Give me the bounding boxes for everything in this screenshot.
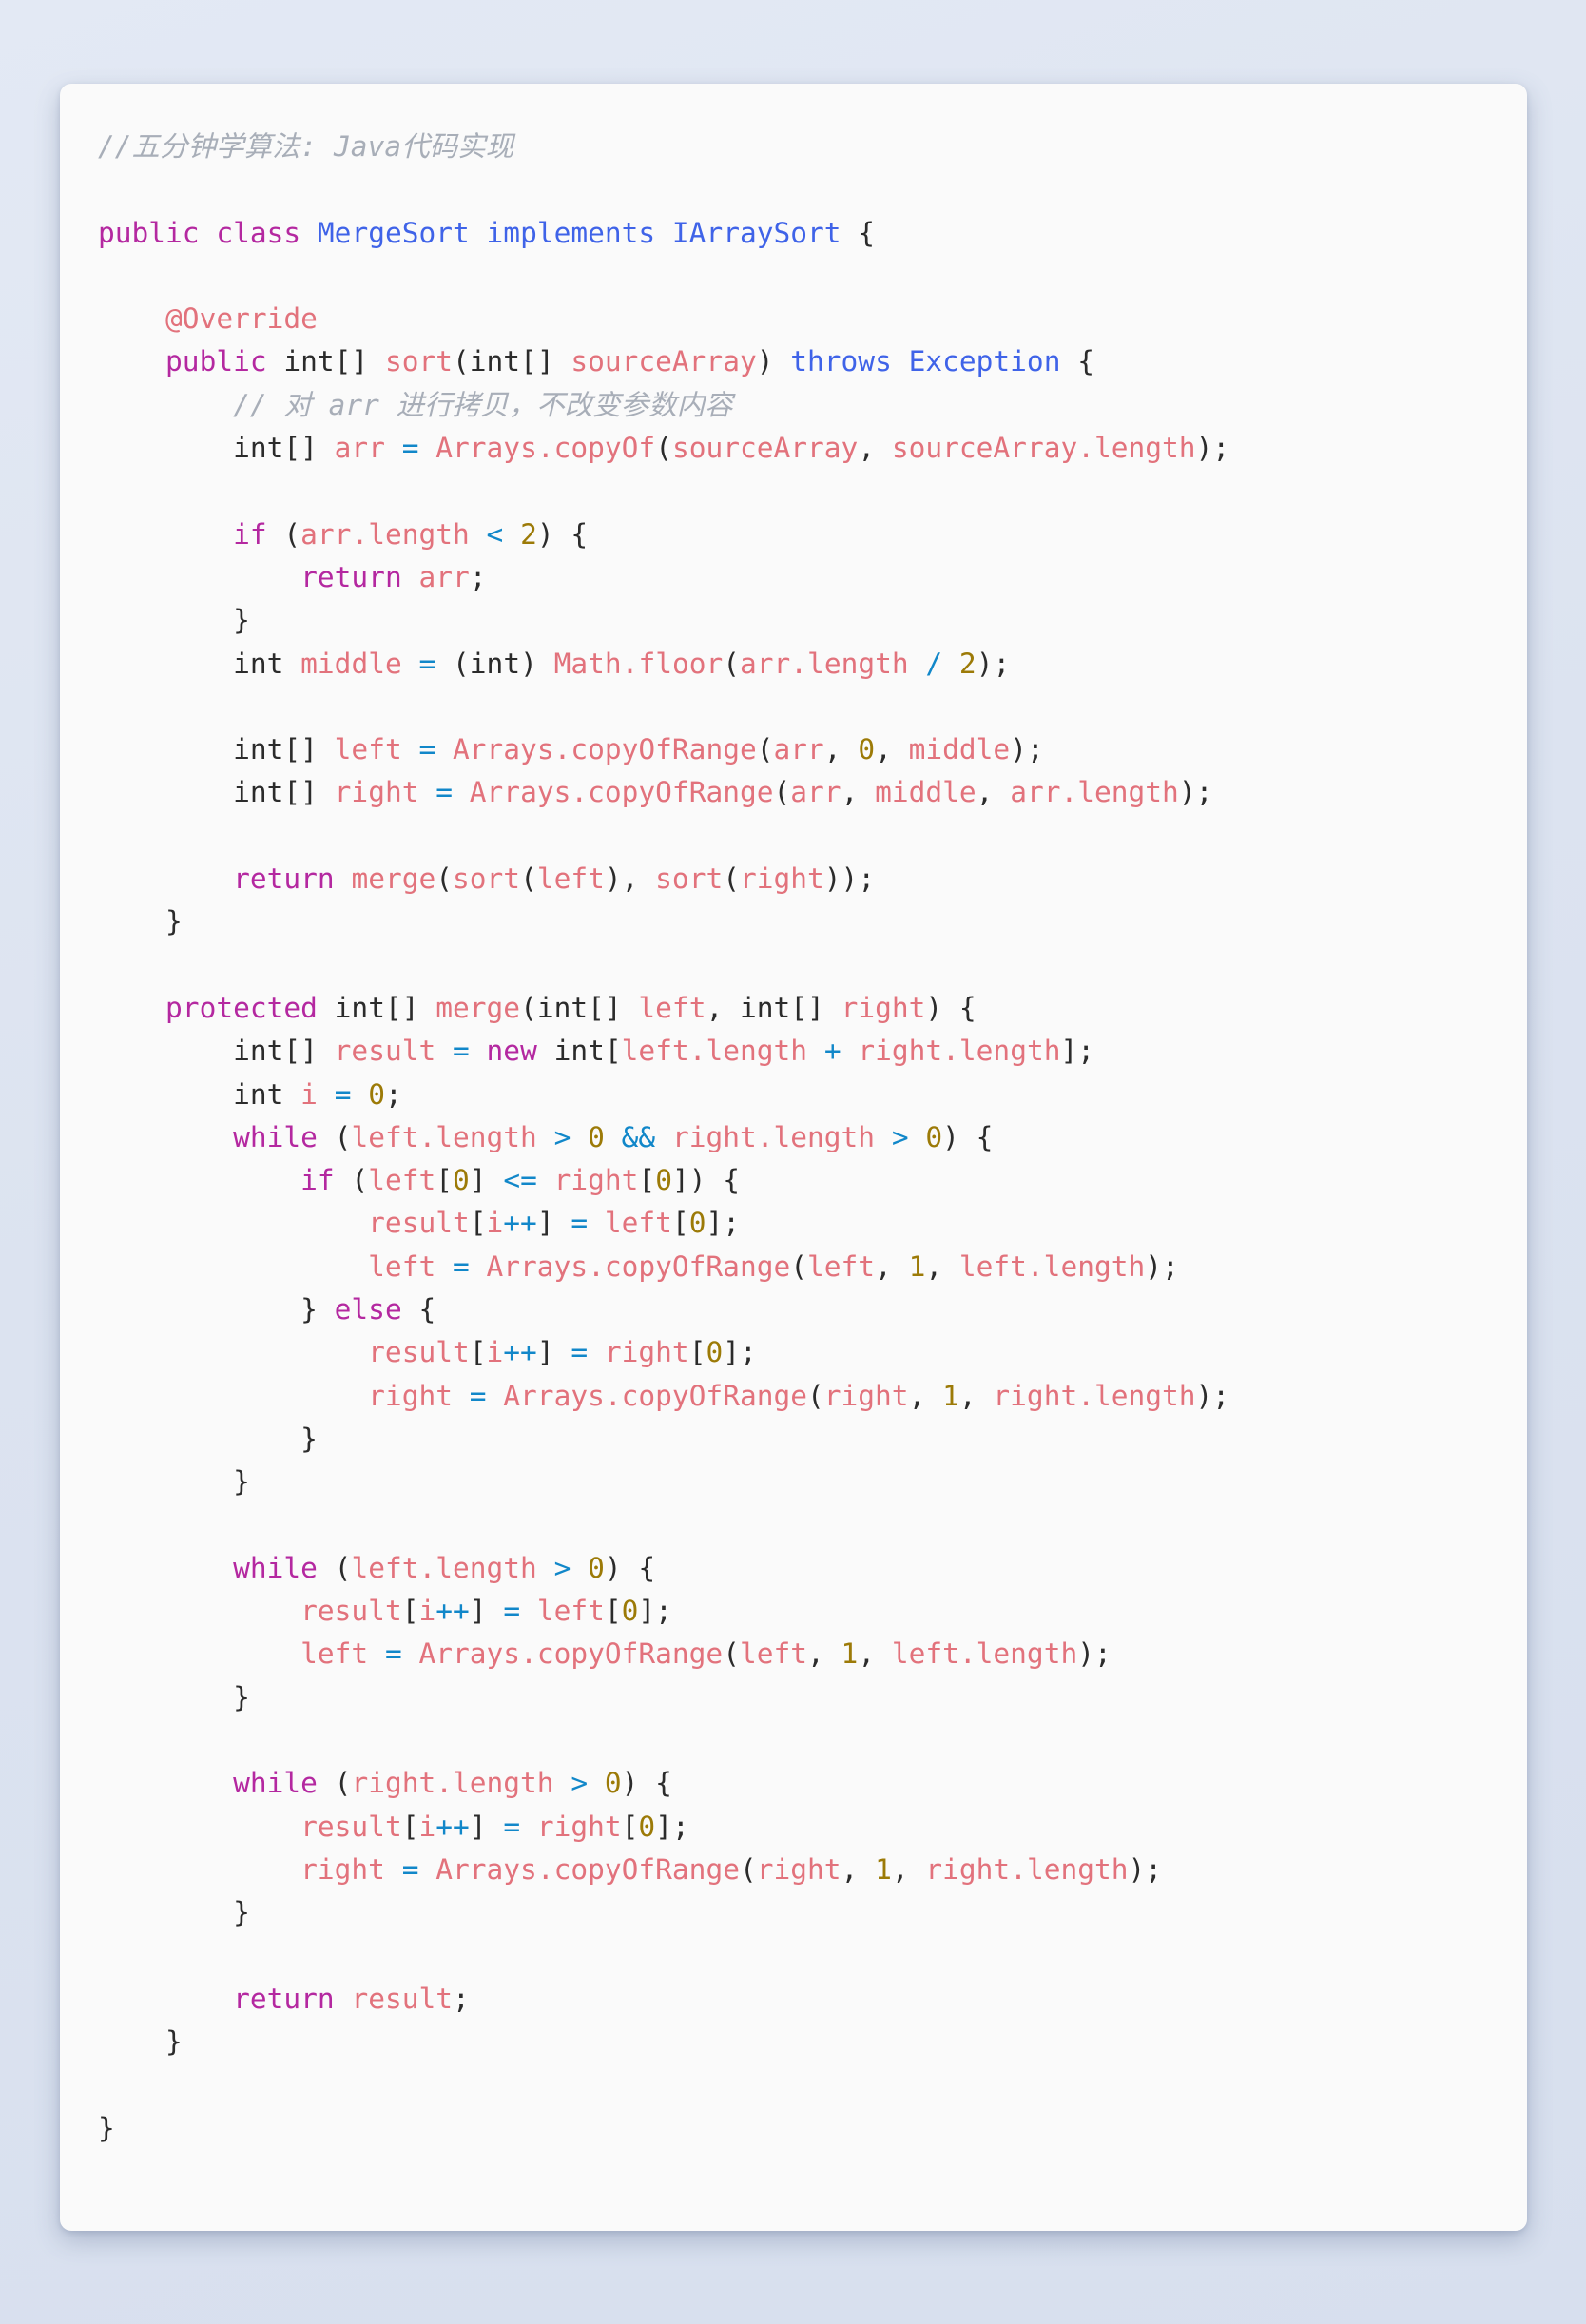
code-line: int[] arr = Arrays.copyOf(sourceArray, s… [233, 432, 1230, 465]
code-line: int[] result = new int[left.length + rig… [233, 1035, 1095, 1068]
code-block[interactable]: //五分钟学算法: Java代码实现 public class MergeSor… [98, 126, 1489, 2150]
code-line: @Override [165, 302, 318, 336]
code-line: result[i++] = left[0]; [368, 1207, 740, 1240]
code-line: } else { [98, 1293, 436, 1327]
code-line: left = Arrays.copyOfRange(left, 1, left.… [300, 1637, 1112, 1671]
code-line: int middle = (int) Math.floor(arr.length… [233, 647, 1011, 680]
code-line: result[i++] = right[0]; [368, 1336, 757, 1369]
code-line: } [98, 1422, 318, 1455]
code-line: public class MergeSort implements IArray… [98, 216, 876, 249]
code-line: right = Arrays.copyOfRange(right, 1, rig… [300, 1852, 1163, 1886]
code-line: if (left[0] <= right[0]) { [300, 1164, 740, 1197]
code-line: right = Arrays.copyOfRange(right, 1, rig… [368, 1379, 1230, 1412]
page-root: //五分钟学算法: Java代码实现 public class MergeSor… [0, 0, 1586, 2324]
code-line: while (right.length > 0) { [233, 1767, 672, 1800]
code-line: } [98, 2111, 115, 2144]
code-line: } [98, 1896, 250, 1929]
code-line: int[] left = Arrays.copyOfRange(arr, 0, … [233, 733, 1044, 766]
code-line: public int[] sort(int[] sourceArray) thr… [165, 345, 1094, 378]
code-line: } [98, 604, 250, 637]
code-line: return merge(sort(left), sort(right)); [233, 862, 876, 896]
header-comment: //五分钟学算法: Java代码实现 [98, 130, 514, 163]
code-line: protected int[] merge(int[] left, int[] … [165, 991, 977, 1024]
code-line: int[] right = Arrays.copyOfRange(arr, mi… [233, 776, 1213, 809]
code-line: while (left.length > 0) { [233, 1551, 656, 1584]
code-line: left = Arrays.copyOfRange(left, 1, left.… [368, 1249, 1179, 1283]
code-line: return result; [233, 1982, 470, 2015]
code-line: } [98, 1465, 250, 1499]
code-line: while (left.length > 0 && right.length >… [233, 1120, 994, 1153]
code-line: result[i++] = left[0]; [300, 1595, 672, 1628]
inner-comment: // 对 arr 进行拷贝，不改变参数内容 [233, 388, 733, 421]
code-line: } [98, 1680, 250, 1714]
code-line: } [98, 905, 183, 939]
code-line: } [98, 2025, 183, 2059]
code-card: //五分钟学算法: Java代码实现 public class MergeSor… [60, 84, 1527, 2231]
code-line: //五分钟学算法: Java代码实现 [98, 126, 1489, 168]
code-line: int i = 0; [233, 1077, 402, 1111]
code-line: return arr; [300, 560, 487, 593]
code-line: result[i++] = right[0]; [300, 1810, 689, 1843]
code-line: // 对 arr 进行拷贝，不改变参数内容 [98, 384, 1489, 427]
code-line: if (arr.length < 2) { [233, 517, 589, 551]
